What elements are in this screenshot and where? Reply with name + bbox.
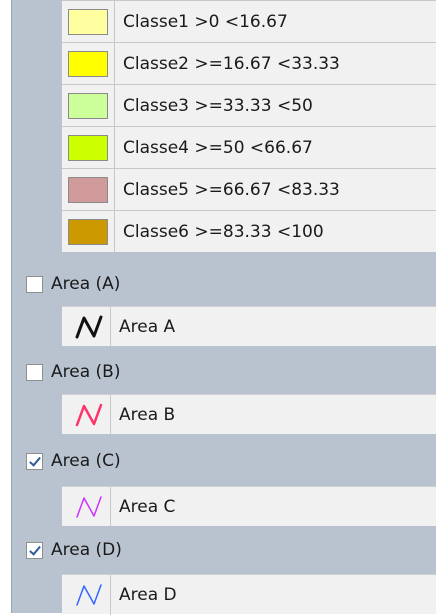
layer-header-area-d: Area (D) xyxy=(12,528,436,572)
zigzag-line-icon xyxy=(76,495,102,518)
zigzag-line-icon xyxy=(75,315,103,338)
class-row: Classe6 >=83.33 <100 xyxy=(62,210,436,253)
class-color-swatch xyxy=(68,218,108,245)
class-row: Classe3 >=33.33 <50 xyxy=(62,84,436,127)
layer-title: Area (A) xyxy=(51,274,121,294)
layer-title: Area (C) xyxy=(51,451,121,471)
class-color-swatch xyxy=(68,50,108,77)
layer-header-area-b: Area (B) xyxy=(12,350,436,394)
class-label: Classe2 >=16.67 <33.33 xyxy=(123,53,340,74)
layer-legend-panel: Classe1 >0 <16.67 Classe2 >=16.67 <33.33… xyxy=(11,0,436,615)
layer-title: Area (B) xyxy=(51,362,121,382)
class-label: Classe4 >=50 <66.67 xyxy=(123,137,313,158)
class-color-swatch xyxy=(68,92,108,119)
class-label: Classe5 >=66.67 <83.33 xyxy=(123,179,340,200)
divider xyxy=(114,126,115,169)
class-row: Classe1 >0 <16.67 xyxy=(62,0,436,43)
class-color-swatch xyxy=(68,134,108,161)
layer-header-area-c: Area (C) xyxy=(12,439,436,483)
layer-visibility-checkbox[interactable] xyxy=(26,363,43,381)
divider xyxy=(110,394,111,435)
layer-header-area-a: Area (A) xyxy=(12,262,436,306)
divider xyxy=(114,168,115,211)
legend-row: Area D xyxy=(62,574,436,615)
class-label: Classe3 >=33.33 <50 xyxy=(123,95,313,116)
layer-title: Area (D) xyxy=(51,540,122,560)
class-color-swatch xyxy=(68,8,108,35)
layer-visibility-checkbox[interactable] xyxy=(26,452,43,470)
divider xyxy=(110,574,111,615)
divider xyxy=(114,210,115,253)
class-color-swatch xyxy=(68,176,108,203)
layer-visibility-checkbox[interactable] xyxy=(26,541,43,559)
zigzag-line-icon xyxy=(75,403,103,426)
class-row: Classe4 >=50 <66.67 xyxy=(62,126,436,169)
class-label: Classe1 >0 <16.67 xyxy=(123,11,288,32)
class-row: Classe2 >=16.67 <33.33 xyxy=(62,42,436,85)
divider xyxy=(110,306,111,347)
legend-row: Area C xyxy=(62,486,436,527)
legend-label: Area B xyxy=(119,404,176,425)
legend-label: Area A xyxy=(119,316,176,337)
legend-row: Area B xyxy=(62,394,436,435)
divider xyxy=(114,42,115,85)
legend-label: Area D xyxy=(119,584,177,605)
divider xyxy=(114,84,115,127)
zigzag-line-icon xyxy=(76,583,102,606)
divider xyxy=(114,0,115,43)
class-row: Classe5 >=66.67 <83.33 xyxy=(62,168,436,211)
class-label: Classe6 >=83.33 <100 xyxy=(123,221,324,242)
legend-label: Area C xyxy=(119,496,176,517)
layer-visibility-checkbox[interactable] xyxy=(26,275,43,293)
divider xyxy=(110,486,111,527)
legend-row: Area A xyxy=(62,306,436,347)
